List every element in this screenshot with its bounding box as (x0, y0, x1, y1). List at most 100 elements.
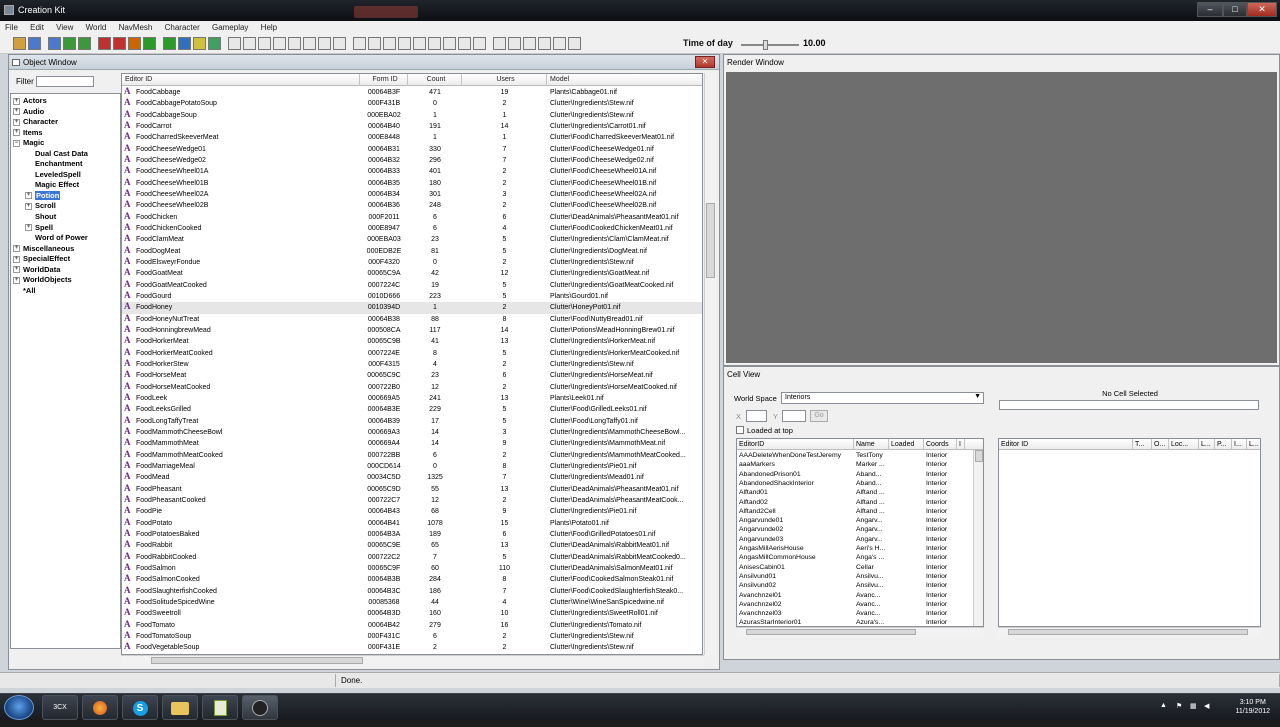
toolbar-snap-icon[interactable] (163, 37, 176, 50)
list-item[interactable]: Avanchnzel01 Avanc... Interior (737, 591, 983, 600)
menu-view[interactable]: View (51, 21, 78, 34)
table-row[interactable]: A FoodChicken 000F2011 6 6 Clutter\DeadAnimal… (122, 212, 702, 223)
column-editor-id[interactable]: Editor ID (122, 74, 360, 86)
table-row[interactable]: A FoodCabbage 00064B3F 471 19 Plants\Cabbage0… (122, 87, 702, 98)
maximize-button[interactable]: □ (1223, 2, 1247, 17)
list-item[interactable]: Angarvunde01 Angarv... Interior (737, 516, 983, 525)
toolbar-portal-icon[interactable] (398, 37, 411, 50)
object-grid-hscrollbar[interactable] (121, 655, 704, 665)
toolbar-sky-icon[interactable] (208, 37, 221, 50)
expander-icon[interactable]: + (13, 245, 20, 253)
go-button[interactable]: Go (810, 410, 828, 422)
toolbar-grid-icon[interactable] (143, 37, 156, 50)
list-item[interactable]: AAADeleteWhenDoneTestJeremy TestTony Inter… (737, 451, 983, 460)
table-row[interactable]: A FoodSweetroll 00064B3D 160 10 Clutter\Ingre… (122, 608, 702, 619)
close-button[interactable]: ✕ (1247, 2, 1277, 17)
table-row[interactable]: A FoodPheasant 00065C9D 55 13 Clutter\DeadAni… (122, 484, 702, 495)
toolbar-occlusion-icon[interactable] (383, 37, 396, 50)
toolbar-save-icon[interactable] (28, 37, 41, 50)
toolbar-scale-icon[interactable] (288, 37, 301, 50)
column-loaded[interactable]: Loaded (889, 439, 924, 450)
x-coordinate-input[interactable] (746, 410, 767, 422)
tree-item-items[interactable]: + Items (13, 128, 120, 139)
tree-item-scroll[interactable]: + Scroll (13, 201, 120, 212)
table-row[interactable]: A FoodHoneyNutTreat 00064B38 88 8 Clutter\Foo… (122, 314, 702, 325)
column-editorid[interactable]: EditorID (737, 439, 854, 450)
expander-icon[interactable]: + (25, 192, 32, 200)
tree-item-worldobjects[interactable]: + WorldObjects (13, 275, 120, 286)
list-item[interactable]: AzurasStarInterior01 Azura's... Interior (737, 618, 983, 626)
time-of-day-slider[interactable] (741, 44, 799, 46)
tree-item-magic[interactable]: − Magic (13, 138, 120, 149)
table-row[interactable]: A FoodTomato 00064B42 279 16 Clutter\Ingredie… (122, 620, 702, 631)
table-row[interactable]: A FoodElsweyrFondue 000F4320 0 2 Clutter\Ingr… (122, 257, 702, 268)
table-row[interactable]: A FoodGourd 0010D666 223 5 Plants\Gourd01.nif (122, 291, 702, 302)
column-p[interactable]: P... (1215, 439, 1232, 450)
table-row[interactable]: A FoodHoney 0010394D 1 2 Clutter\HoneyPot01.n… (122, 302, 702, 314)
volume-icon[interactable]: ◀ (1204, 702, 1209, 710)
tree-item-spell[interactable]: + Spell (13, 223, 120, 234)
column-form-id[interactable]: Form ID (360, 74, 408, 86)
column-coords[interactable]: Coords (924, 439, 957, 450)
menu-character[interactable]: Character (160, 21, 205, 34)
list-item[interactable]: Angarvunde03 Angarv... Interior (737, 535, 983, 544)
table-row[interactable]: A FoodMammothMeatCooked 000722BB 6 2 Clutter\… (122, 450, 702, 461)
column-i[interactable]: I (957, 439, 965, 450)
column-name[interactable]: Name (854, 439, 889, 450)
cell-list-hscroll-thumb[interactable] (746, 629, 916, 635)
flag-icon[interactable]: ⚑ (1176, 702, 1182, 710)
toolbar-layers-icon[interactable] (568, 37, 581, 50)
table-row[interactable]: A FoodClamMeat 000EBA03 23 5 Clutter\Ingredie… (122, 234, 702, 245)
table-row[interactable]: A FoodMarriageMeal 000CD614 0 8 Clutter\Ingre… (122, 461, 702, 472)
expander-icon[interactable]: + (13, 276, 20, 284)
tree-item-actors[interactable]: + Actors (13, 96, 120, 107)
table-row[interactable]: A FoodDogMeat 000EDB2E 81 5 Clutter\Ingredien… (122, 246, 702, 257)
toolbar-navmesh-icon[interactable] (303, 37, 316, 50)
object-grid-hscroll-thumb[interactable] (151, 657, 363, 664)
toolbar-paste-icon[interactable] (128, 37, 141, 50)
toolbar-copy-icon[interactable] (113, 37, 126, 50)
menu-help[interactable]: Help (256, 21, 282, 34)
menu-edit[interactable]: Edit (25, 21, 49, 34)
render-viewport[interactable] (726, 72, 1277, 363)
title-bar[interactable]: Creation Kit – □ ✕ (0, 0, 1280, 21)
toolbar-collision-icon[interactable] (368, 37, 381, 50)
toolbar-fog-icon[interactable] (353, 37, 366, 50)
taskbar-3cx[interactable]: 3CX (42, 695, 78, 720)
toolbar-room-icon[interactable] (413, 37, 426, 50)
column-model[interactable]: Model (547, 74, 702, 86)
tree-item-dual-cast-data[interactable]: Dual Cast Data (13, 149, 120, 160)
table-row[interactable]: A FoodHorkerMeatCooked 0007224E 8 5 Clutter\I… (122, 348, 702, 359)
tree-item-enchantment[interactable]: Enchantment (13, 159, 120, 170)
toolbar-preview-icon[interactable] (443, 37, 456, 50)
taskbar-notepad[interactable] (202, 695, 238, 720)
table-row[interactable]: A FoodCarrot 00064B40 191 14 Clutter\Ingredie… (122, 121, 702, 132)
expander-icon[interactable]: + (13, 108, 20, 116)
object-window-close-button[interactable]: ✕ (695, 56, 715, 68)
network-icon[interactable]: ▦ (1190, 702, 1197, 710)
table-row[interactable]: A FoodPotatoesBaked 00064B3A 189 6 Clutter\Fo… (122, 529, 702, 540)
world-space-select[interactable]: Interiors ▼ (781, 392, 984, 404)
clock[interactable]: 3:10 PM 11/19/2012 (1235, 698, 1270, 716)
column-o[interactable]: O... (1152, 439, 1169, 450)
expander-icon[interactable]: − (13, 139, 20, 147)
toolbar-script-icon[interactable] (493, 37, 506, 50)
minimize-button[interactable]: – (1197, 2, 1223, 17)
toolbar-markers-icon[interactable] (333, 37, 346, 50)
list-item[interactable]: Alftand02 Alftand ... Interior (737, 498, 983, 507)
column-l[interactable]: L... (1199, 439, 1215, 450)
table-row[interactable]: A FoodCheeseWedge02 00064B32 296 7 Clutter\Fo… (122, 155, 702, 166)
toolbar-save-all-icon[interactable] (48, 37, 61, 50)
column-l2[interactable]: L... (1247, 439, 1260, 450)
list-item[interactable]: Avanchnzel02 Avanc... Interior (737, 600, 983, 609)
table-row[interactable]: A FoodLongTaffyTreat 00064B39 17 5 Clutter\Fo… (122, 416, 702, 427)
table-row[interactable]: A FoodHorseMeatCooked 000722B0 12 2 Clutter\I… (122, 382, 702, 393)
tree-item-word-of-power[interactable]: Word of Power (13, 233, 120, 244)
table-row[interactable]: A FoodRabbitCooked 000722C2 7 5 Clutter\DeadA… (122, 552, 702, 563)
taskbar-firefox[interactable] (82, 695, 118, 720)
toolbar-terrain-icon[interactable] (553, 37, 566, 50)
cell-list-vscroll-thumb[interactable] (975, 450, 983, 462)
expander-icon[interactable]: + (13, 255, 20, 263)
list-item[interactable]: AngasMillAerisHouse Aeri's H... Interior (737, 544, 983, 553)
object-window-titlebar[interactable]: Object Window ✕ (9, 55, 719, 70)
